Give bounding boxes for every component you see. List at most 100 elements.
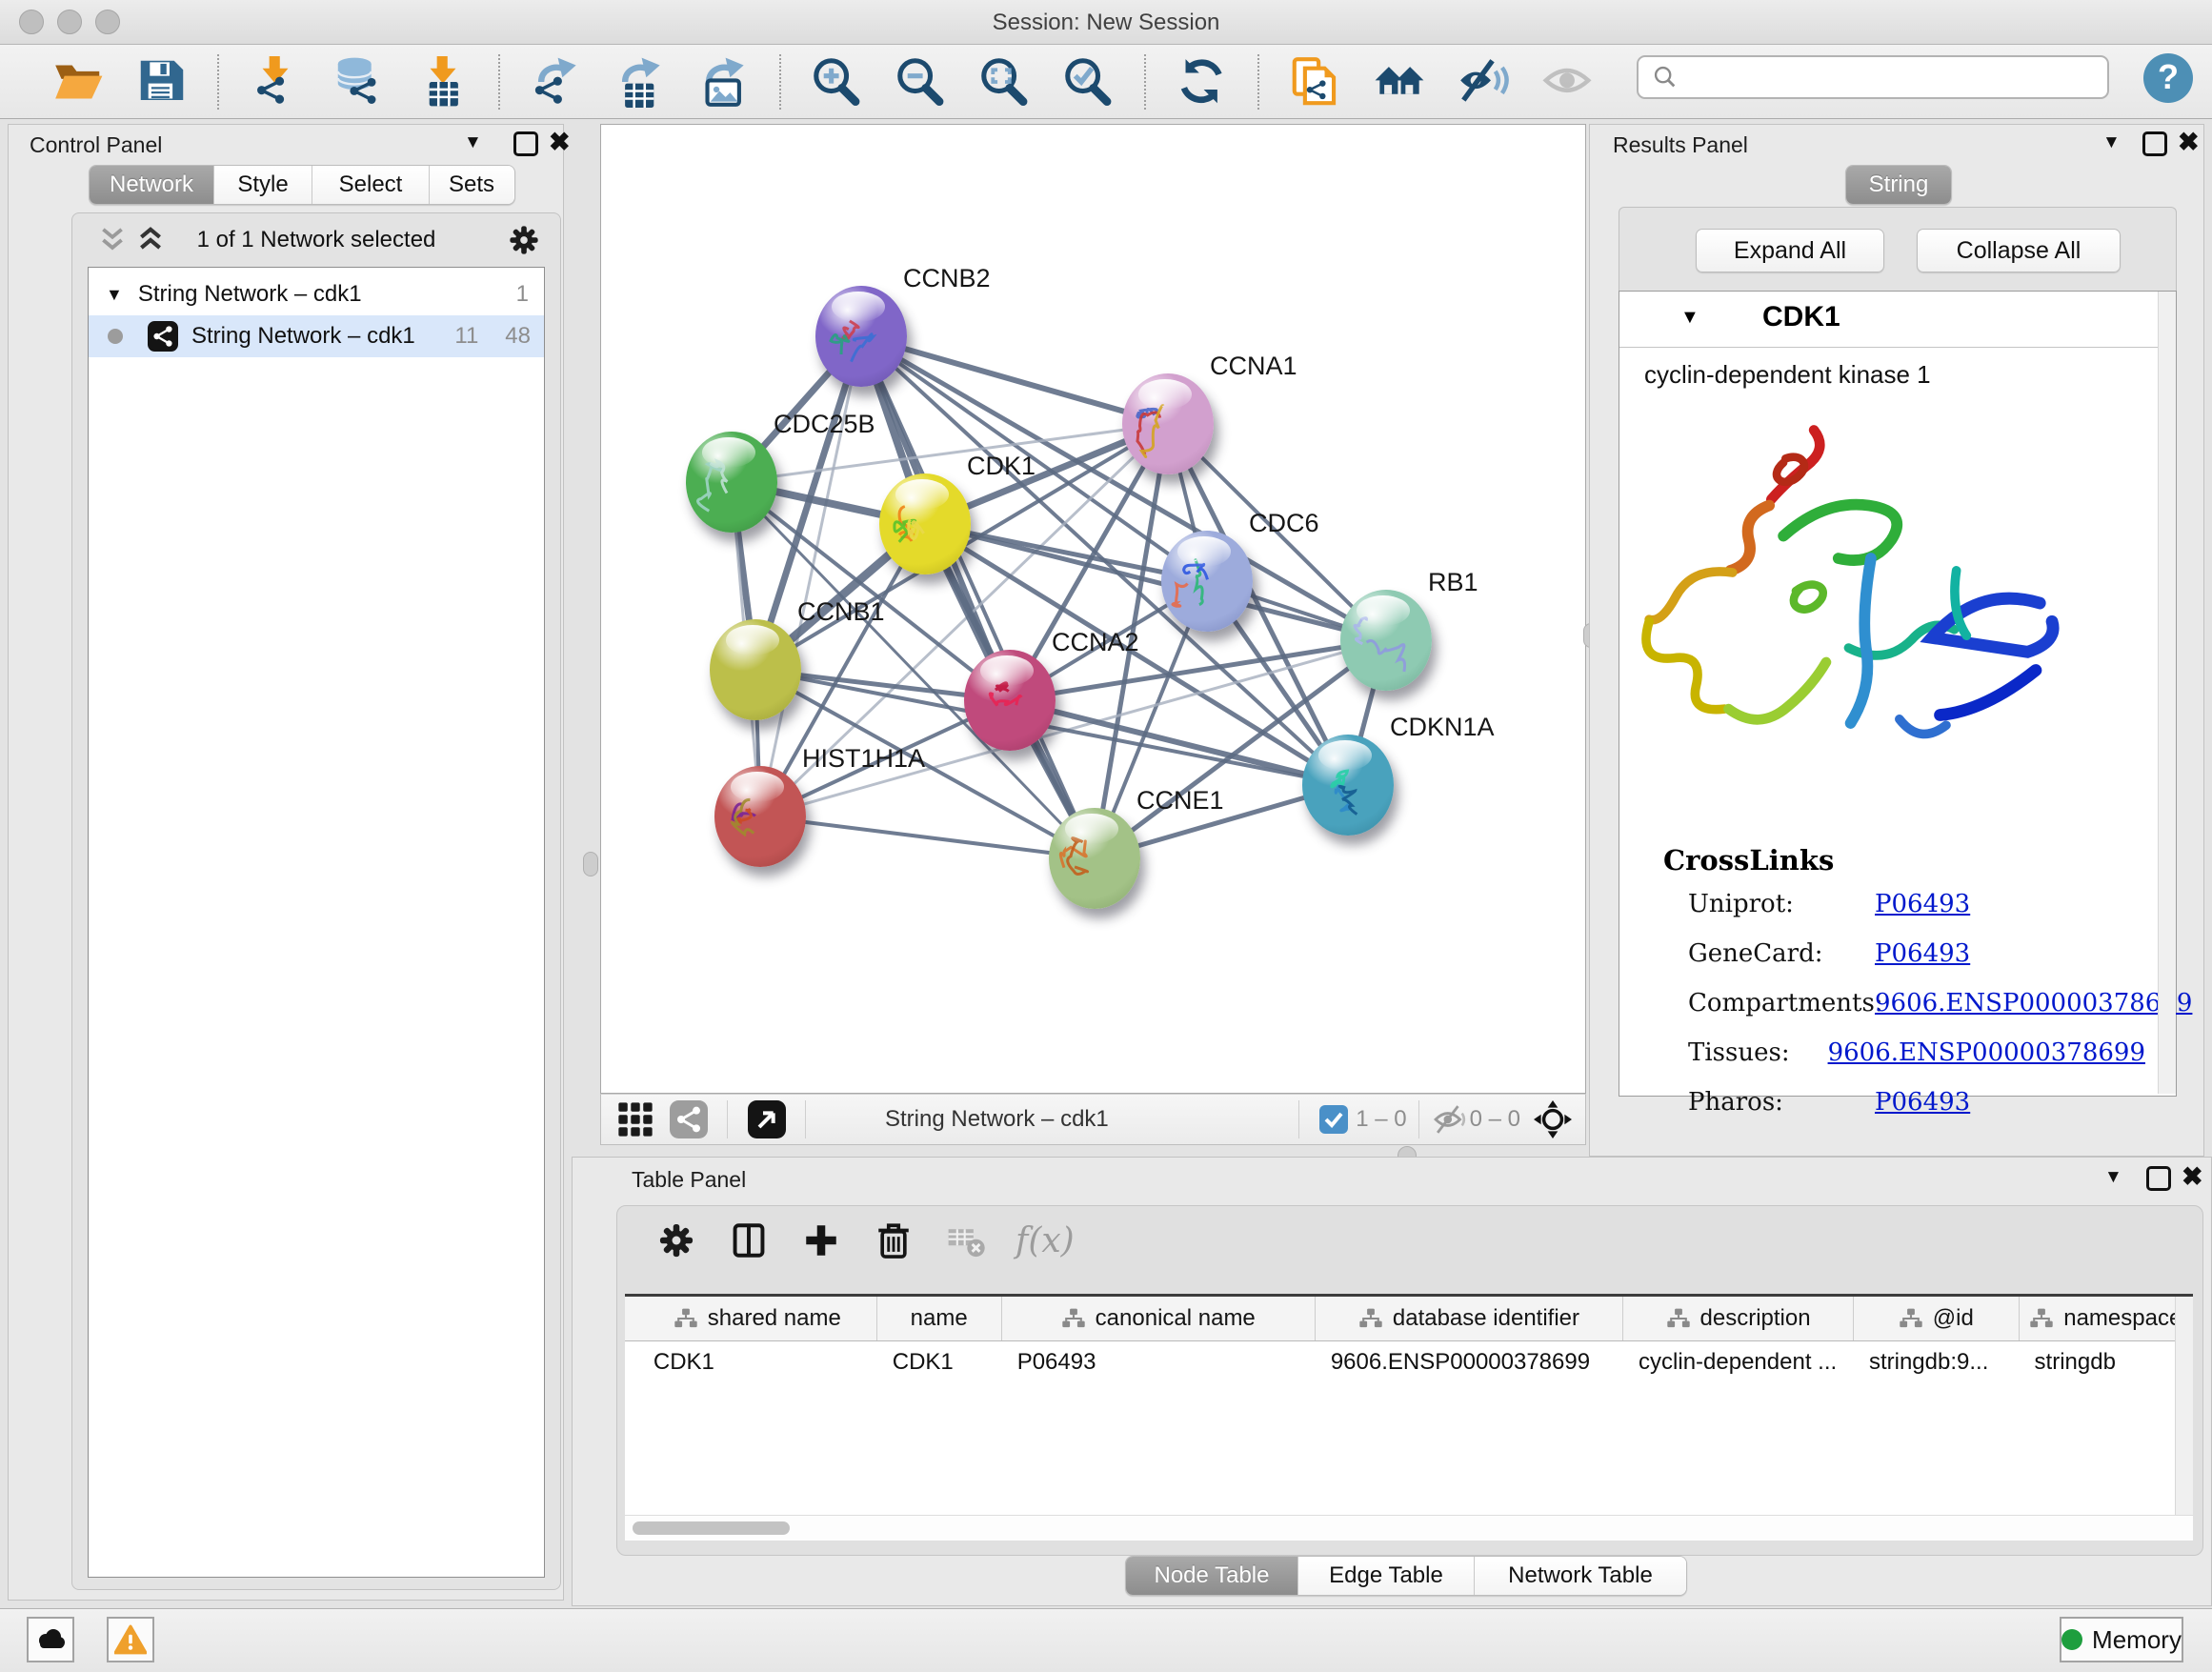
crosslink-value[interactable]: P06493 <box>1875 1088 1970 1117</box>
move-crosshair-icon[interactable] <box>1534 1100 1572 1138</box>
export-image-icon[interactable] <box>696 54 752 110</box>
collapse-all-button[interactable]: Collapse All <box>1917 229 2121 272</box>
hscroll-thumb[interactable] <box>633 1521 790 1535</box>
zoom-in-icon[interactable] <box>810 54 865 110</box>
tree-caret-icon[interactable]: ▼ <box>106 285 123 305</box>
tab-network-table[interactable]: Network Table <box>1475 1557 1686 1595</box>
delete-column-icon[interactable] <box>871 1218 916 1263</box>
crosslink-value[interactable]: P06493 <box>1875 939 1970 968</box>
search-field[interactable] <box>1637 55 2109 99</box>
tab-node-table[interactable]: Node Table <box>1126 1557 1298 1595</box>
warnings-button[interactable] <box>107 1617 154 1662</box>
network-edges <box>601 125 1586 1094</box>
gene-collapse-caret-icon[interactable]: ▼ <box>1680 307 1699 329</box>
table-cell: CDK1 <box>638 1349 877 1376</box>
table-vscrollbar[interactable] <box>2175 1297 2193 1518</box>
show-columns-icon[interactable] <box>726 1218 772 1263</box>
cloud-button[interactable] <box>27 1617 74 1662</box>
network-canvas[interactable]: CCNB2CCNA1CDC25BCDK1CDC6RB1CCNB1CCNA2CDK… <box>600 124 1586 1094</box>
show-eye-icon[interactable] <box>1539 54 1595 110</box>
column-header-name[interactable]: name <box>877 1297 1002 1340</box>
column-header--id[interactable]: @id <box>1854 1297 2020 1340</box>
table-row[interactable]: CDK1CDK1P064939606.ENSP00000378699cyclin… <box>625 1341 2193 1383</box>
network-options-gear-icon[interactable] <box>507 223 541 262</box>
network-node-rb1[interactable] <box>1340 590 1432 691</box>
network-node-ccna1[interactable] <box>1122 373 1214 474</box>
copy-network-style-icon[interactable] <box>1288 54 1343 110</box>
tab-select[interactable]: Select <box>312 166 430 204</box>
network-node-cdkn1a[interactable] <box>1302 735 1394 836</box>
network-row-selected[interactable]: String Network – cdk1 11 48 <box>89 315 544 357</box>
crosslink-value[interactable]: 9606.ENSP00000378699 <box>1828 1038 2145 1067</box>
import-table-file-icon[interactable] <box>415 54 471 110</box>
table-hscrollbar[interactable] <box>625 1515 2193 1541</box>
table-panel-close-icon[interactable]: ✖ <box>2182 1167 2203 1186</box>
crosslink-row: GeneCard: P06493 <box>1688 939 2145 968</box>
memory-button[interactable]: Memory <box>2060 1617 2183 1662</box>
export-network-icon[interactable] <box>529 54 584 110</box>
results-scrollbar[interactable] <box>2158 292 2176 1094</box>
network-node-ccne1[interactable] <box>1049 808 1140 909</box>
birdseye-view-icon[interactable] <box>748 1100 786 1138</box>
table-panel-float-icon[interactable] <box>2146 1166 2171 1191</box>
results-panel-menu-caret-icon[interactable]: ▼ <box>2102 132 2121 153</box>
save-session-icon[interactable] <box>134 54 190 110</box>
memory-status-dot-icon <box>2061 1629 2082 1650</box>
tab-network[interactable]: Network <box>90 166 214 204</box>
results-panel-float-icon[interactable] <box>2142 131 2167 156</box>
results-panel-close-icon[interactable]: ✖ <box>2178 132 2200 151</box>
add-column-icon[interactable] <box>798 1218 844 1263</box>
column-header-canonical-name[interactable]: canonical name <box>1002 1297 1316 1340</box>
table-settings-gear-icon[interactable] <box>654 1218 699 1263</box>
zoom-out-icon[interactable] <box>894 54 949 110</box>
delete-table-icon <box>943 1218 989 1263</box>
refresh-view-icon[interactable] <box>1175 54 1230 110</box>
control-panel-float-icon[interactable] <box>513 131 538 156</box>
tab-edge-table[interactable]: Edge Table <box>1298 1557 1475 1595</box>
results-tabs: String <box>1845 165 1952 205</box>
control-panel-menu-caret-icon[interactable]: ▼ <box>464 132 482 153</box>
hidden-eye-icon <box>1432 1104 1470 1135</box>
network-collection-row[interactable]: ▼ String Network – cdk1 1 <box>89 273 544 315</box>
column-header-database-identifier[interactable]: database identifier <box>1316 1297 1623 1340</box>
column-header-shared-name[interactable]: shared name <box>638 1297 877 1340</box>
selected-checkbox-icon[interactable] <box>1319 1105 1348 1134</box>
import-network-file-icon[interactable] <box>248 54 303 110</box>
crosslink-value[interactable]: P06493 <box>1875 890 1970 918</box>
network-label: String Network – cdk1 <box>191 323 454 350</box>
network-node-cdc6[interactable] <box>1161 531 1253 632</box>
network-node-cdc25b[interactable] <box>686 432 777 533</box>
column-header-description[interactable]: description <box>1623 1297 1854 1340</box>
network-node-hist1h1a[interactable] <box>714 766 806 867</box>
search-input[interactable] <box>1679 63 2107 91</box>
tab-style[interactable]: Style <box>214 166 312 204</box>
string-homes-icon[interactable] <box>1372 54 1427 110</box>
tab-sets[interactable]: Sets <box>430 166 513 204</box>
export-table-icon[interactable] <box>613 54 668 110</box>
crosslink-value[interactable]: 9606.ENSP00000378699 <box>1875 989 2192 1017</box>
network-node-ccna2[interactable] <box>964 650 1056 751</box>
hide-unhide-icon[interactable] <box>1456 54 1511 110</box>
network-node-cdk1[interactable] <box>879 473 971 574</box>
network-node-ccnb1[interactable] <box>710 619 801 720</box>
import-network-database-icon[interactable] <box>332 54 387 110</box>
expand-all-button[interactable]: Expand All <box>1696 229 1884 272</box>
zoom-fit-icon[interactable] <box>977 54 1033 110</box>
gene-description: cyclin-dependent kinase 1 <box>1644 360 1931 390</box>
network-node-ccnb2[interactable] <box>815 286 907 387</box>
network-share-view-icon[interactable] <box>670 1100 708 1138</box>
function-builder-fx-icon: f(x) <box>1016 1218 1075 1263</box>
left-splitter-handle[interactable] <box>583 852 598 876</box>
tab-string[interactable]: String <box>1846 166 1951 204</box>
help-button[interactable]: ? <box>2143 53 2193 103</box>
column-header-namespace[interactable]: namespace <box>2020 1297 2193 1340</box>
open-folder-icon[interactable] <box>50 54 106 110</box>
table-panel-menu-caret-icon[interactable]: ▼ <box>2104 1167 2122 1188</box>
zoom-selected-icon[interactable] <box>1061 54 1116 110</box>
table-cell: P06493 <box>1002 1349 1316 1376</box>
control-panel-close-icon[interactable]: ✖ <box>549 132 571 151</box>
node-label: CDKN1A <box>1390 713 1495 742</box>
grid-view-icon[interactable] <box>616 1100 654 1138</box>
network-share-badge-icon <box>148 321 178 352</box>
gene-name: CDK1 <box>1762 301 1840 333</box>
